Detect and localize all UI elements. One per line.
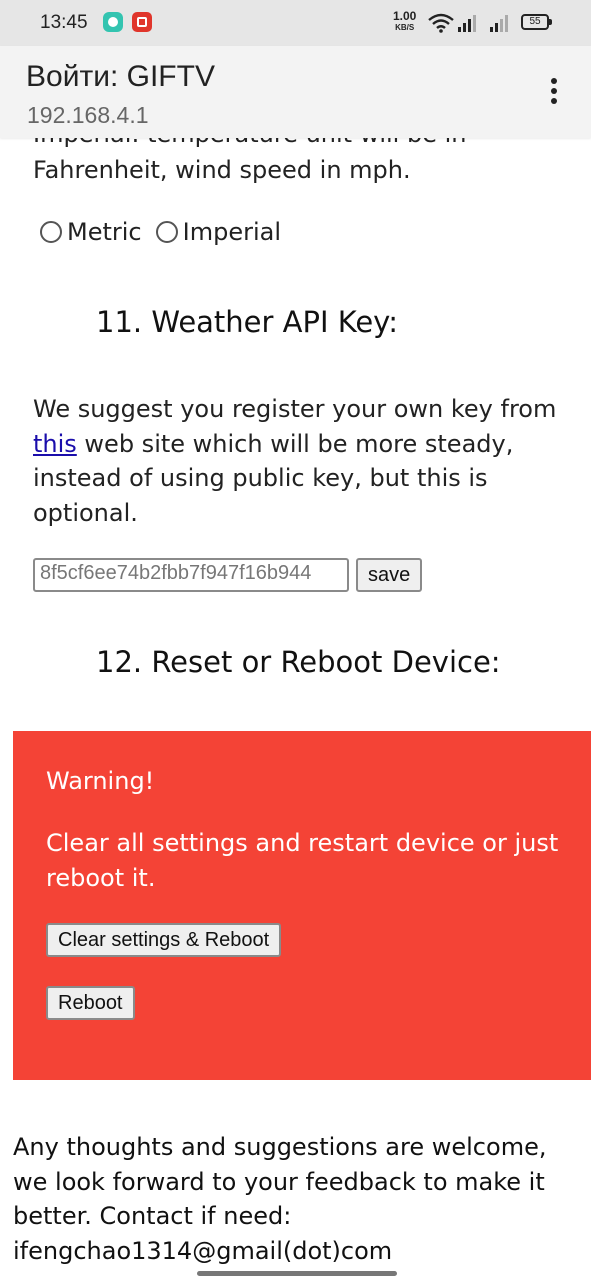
more-vert-icon[interactable]: [545, 78, 563, 108]
warning-text: Clear all settings and restart device or…: [46, 829, 559, 892]
feedback-text: Any thoughts and suggestions are welcome…: [13, 1133, 547, 1265]
api-key-description: We suggest you register your own key fro…: [33, 392, 573, 530]
page-url[interactable]: 192.168.4.1: [27, 102, 149, 129]
section-heading-weather-api: 11. Weather API Key:: [96, 305, 398, 339]
units-radio-group: Metric Imperial: [40, 218, 295, 246]
units-description: Fahrenheit, wind speed in mph.: [33, 156, 411, 184]
warning-title: Warning!: [46, 767, 155, 795]
api-key-input[interactable]: 8f5cf6ee74b2fbb7f947f16b944: [33, 558, 349, 592]
imperial-label[interactable]: Imperial: [183, 218, 281, 246]
metric-label[interactable]: Metric: [67, 218, 142, 246]
section-heading-reset-reboot: 12. Reset or Reboot Device:: [96, 645, 501, 679]
warning-panel: Warning! Clear all settings and restart …: [13, 731, 591, 1080]
page-title: Войти: GIFTV: [26, 60, 215, 93]
page-content: Imperial: temperature unit will be in Fa…: [0, 0, 591, 1280]
metric-radio[interactable]: [40, 221, 62, 243]
reboot-button[interactable]: Reboot: [46, 986, 135, 1020]
save-button[interactable]: save: [356, 558, 423, 592]
register-key-link[interactable]: this: [33, 430, 77, 458]
api-key-text-start: We suggest you register your own key fro…: [33, 395, 557, 423]
api-key-text-end: web site which will be more steady, inst…: [33, 429, 514, 527]
clear-settings-reboot-button[interactable]: Clear settings & Reboot: [46, 923, 282, 957]
browser-title-bar: Войти: GIFTV 192.168.4.1: [0, 46, 591, 138]
imperial-radio[interactable]: [155, 221, 178, 243]
home-indicator[interactable]: [197, 1271, 397, 1276]
